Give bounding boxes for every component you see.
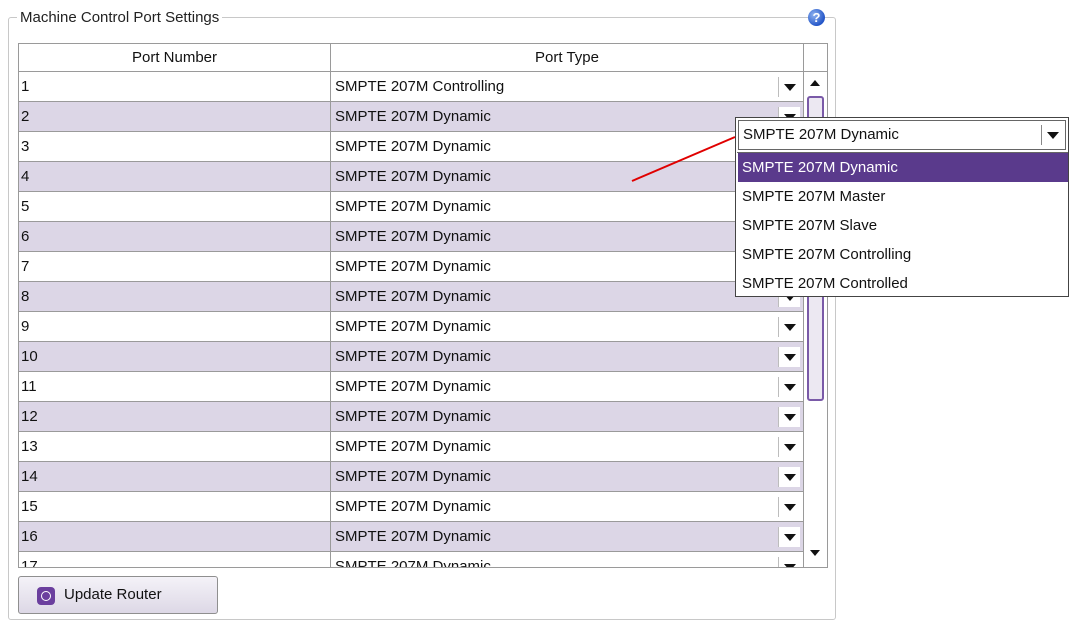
- port-type-value: SMPTE 207M Dynamic: [335, 168, 491, 185]
- table-row[interactable]: 16 SMPTE 207M Dynamic: [19, 522, 804, 552]
- port-type-value: SMPTE 207M Dynamic: [335, 318, 491, 335]
- port-type-value: SMPTE 207M Dynamic: [335, 198, 491, 215]
- update-router-button[interactable]: Update Router: [18, 576, 218, 614]
- port-type-value: SMPTE 207M Dynamic: [335, 228, 491, 245]
- table-row[interactable]: 2 SMPTE 207M Dynamic: [19, 102, 804, 132]
- column-header-port-number[interactable]: Port Number: [19, 44, 331, 72]
- port-settings-table: Port Number Port Type 1 SMPTE 207M Contro…: [18, 43, 828, 568]
- port-type-value: SMPTE 207M Dynamic: [335, 258, 491, 275]
- port-number-cell: 17: [19, 552, 331, 567]
- port-type-dropdown[interactable]: SMPTE 207M Dynamic: [331, 552, 804, 568]
- port-number-cell: 1: [19, 72, 331, 102]
- table-row[interactable]: 1 SMPTE 207M Controlling: [19, 72, 804, 102]
- dropdown-option[interactable]: SMPTE 207M Controlling: [738, 240, 1068, 269]
- port-type-value: SMPTE 207M Dynamic: [335, 408, 491, 425]
- port-number-cell: 13: [19, 432, 331, 462]
- header-corner: [804, 44, 827, 72]
- port-type-value: SMPTE 207M Dynamic: [335, 108, 491, 125]
- table-row[interactable]: 13 SMPTE 207M Dynamic: [19, 432, 804, 462]
- port-number-cell: 2: [19, 102, 331, 132]
- port-type-value: SMPTE 207M Dynamic: [335, 138, 491, 155]
- port-type-dropdown[interactable]: SMPTE 207M Dynamic: [331, 102, 804, 132]
- port-number-cell: 4: [19, 162, 331, 192]
- dropdown-option[interactable]: SMPTE 207M Master: [738, 182, 1068, 211]
- port-type-value: SMPTE 207M Dynamic: [335, 528, 491, 545]
- port-number-cell: 9: [19, 312, 331, 342]
- combo-selected-value: SMPTE 207M Dynamic: [743, 126, 899, 143]
- port-type-dropdown[interactable]: SMPTE 207M Dynamic: [331, 282, 804, 312]
- table-row[interactable]: 17 SMPTE 207M Dynamic: [19, 552, 804, 568]
- table-row[interactable]: 15 SMPTE 207M Dynamic: [19, 492, 804, 522]
- chevron-down-icon[interactable]: [778, 407, 800, 427]
- port-number-cell: 5: [19, 192, 331, 222]
- update-router-label: Update Router: [64, 586, 162, 603]
- table-row[interactable]: 14 SMPTE 207M Dynamic: [19, 462, 804, 492]
- port-number-cell: 16: [19, 522, 331, 552]
- port-type-dropdown-popup[interactable]: SMPTE 207M Dynamic SMPTE 207M Dynamic SMP…: [735, 117, 1069, 297]
- table-row[interactable]: 8 SMPTE 207M Dynamic: [19, 282, 804, 312]
- table-row[interactable]: 6 SMPTE 207M Dynamic: [19, 222, 804, 252]
- chevron-down-icon[interactable]: [1041, 125, 1063, 145]
- dropdown-option-list: SMPTE 207M Dynamic SMPTE 207M Master SMPTE…: [737, 152, 1068, 297]
- port-type-dropdown[interactable]: SMPTE 207M Dynamic: [331, 342, 804, 372]
- port-number-cell: 14: [19, 462, 331, 492]
- table-row[interactable]: 12 SMPTE 207M Dynamic: [19, 402, 804, 432]
- scroll-up-arrow-icon[interactable]: [804, 74, 827, 94]
- dropdown-option[interactable]: SMPTE 207M Slave: [738, 211, 1068, 240]
- port-type-dropdown[interactable]: SMPTE 207M Dynamic: [331, 192, 804, 222]
- port-number-cell: 3: [19, 132, 331, 162]
- table-row[interactable]: 4 SMPTE 207M Dynamic: [19, 162, 804, 192]
- port-type-dropdown[interactable]: SMPTE 207M Controlling: [331, 72, 804, 102]
- chevron-down-icon[interactable]: [778, 497, 800, 517]
- chevron-down-icon[interactable]: [778, 527, 800, 547]
- dropdown-option[interactable]: SMPTE 207M Dynamic: [738, 153, 1068, 182]
- chevron-down-icon[interactable]: [778, 317, 800, 337]
- scroll-down-arrow-icon[interactable]: [804, 543, 827, 563]
- port-number-cell: 12: [19, 402, 331, 432]
- table-row[interactable]: 10 SMPTE 207M Dynamic: [19, 342, 804, 372]
- chevron-down-icon[interactable]: [778, 77, 800, 97]
- update-icon: [37, 587, 55, 605]
- port-type-combo[interactable]: SMPTE 207M Dynamic: [738, 120, 1066, 150]
- port-type-value: SMPTE 207M Dynamic: [335, 348, 491, 365]
- chevron-down-icon[interactable]: [778, 557, 800, 567]
- help-icon[interactable]: ?: [808, 9, 825, 26]
- port-type-value: SMPTE 207M Dynamic: [335, 468, 491, 485]
- port-type-dropdown[interactable]: SMPTE 207M Dynamic: [331, 252, 804, 282]
- port-type-value: SMPTE 207M Dynamic: [335, 558, 491, 568]
- column-header-port-type[interactable]: Port Type: [331, 44, 804, 72]
- chevron-down-icon[interactable]: [778, 437, 800, 457]
- port-type-value: SMPTE 207M Dynamic: [335, 378, 491, 395]
- port-number-cell: 6: [19, 222, 331, 252]
- port-number-cell: 11: [19, 372, 331, 402]
- port-number-cell: 10: [19, 342, 331, 372]
- panel-title: Machine Control Port Settings: [17, 9, 223, 26]
- port-type-dropdown[interactable]: SMPTE 207M Dynamic: [331, 432, 804, 462]
- port-type-dropdown[interactable]: SMPTE 207M Dynamic: [331, 492, 804, 522]
- port-type-value: SMPTE 207M Dynamic: [335, 288, 491, 305]
- port-type-dropdown[interactable]: SMPTE 207M Dynamic: [331, 522, 804, 552]
- port-type-dropdown[interactable]: SMPTE 207M Dynamic: [331, 312, 804, 342]
- table-row[interactable]: 5 SMPTE 207M Dynamic: [19, 192, 804, 222]
- dropdown-option[interactable]: SMPTE 207M Controlled: [738, 269, 1068, 298]
- port-type-dropdown[interactable]: SMPTE 207M Dynamic: [331, 402, 804, 432]
- port-type-dropdown[interactable]: SMPTE 207M Dynamic: [331, 372, 804, 402]
- chevron-down-icon[interactable]: [778, 377, 800, 397]
- port-type-dropdown[interactable]: SMPTE 207M Dynamic: [331, 462, 804, 492]
- chevron-down-icon[interactable]: [778, 347, 800, 367]
- table-row[interactable]: 9 SMPTE 207M Dynamic: [19, 312, 804, 342]
- table-row[interactable]: 7 SMPTE 207M Dynamic: [19, 252, 804, 282]
- port-type-dropdown[interactable]: SMPTE 207M Dynamic: [331, 162, 804, 192]
- port-type-dropdown[interactable]: SMPTE 207M Dynamic: [331, 222, 804, 252]
- port-number-cell: 15: [19, 492, 331, 522]
- port-type-value: SMPTE 207M Dynamic: [335, 498, 491, 515]
- port-type-value: SMPTE 207M Dynamic: [335, 438, 491, 455]
- port-number-cell: 7: [19, 252, 331, 282]
- port-number-cell: 8: [19, 282, 331, 312]
- table-row[interactable]: 11 SMPTE 207M Dynamic: [19, 372, 804, 402]
- table-row[interactable]: 3 SMPTE 207M Dynamic: [19, 132, 804, 162]
- chevron-down-icon[interactable]: [778, 467, 800, 487]
- port-type-dropdown[interactable]: SMPTE 207M Dynamic: [331, 132, 804, 162]
- port-type-value: SMPTE 207M Controlling: [335, 78, 505, 95]
